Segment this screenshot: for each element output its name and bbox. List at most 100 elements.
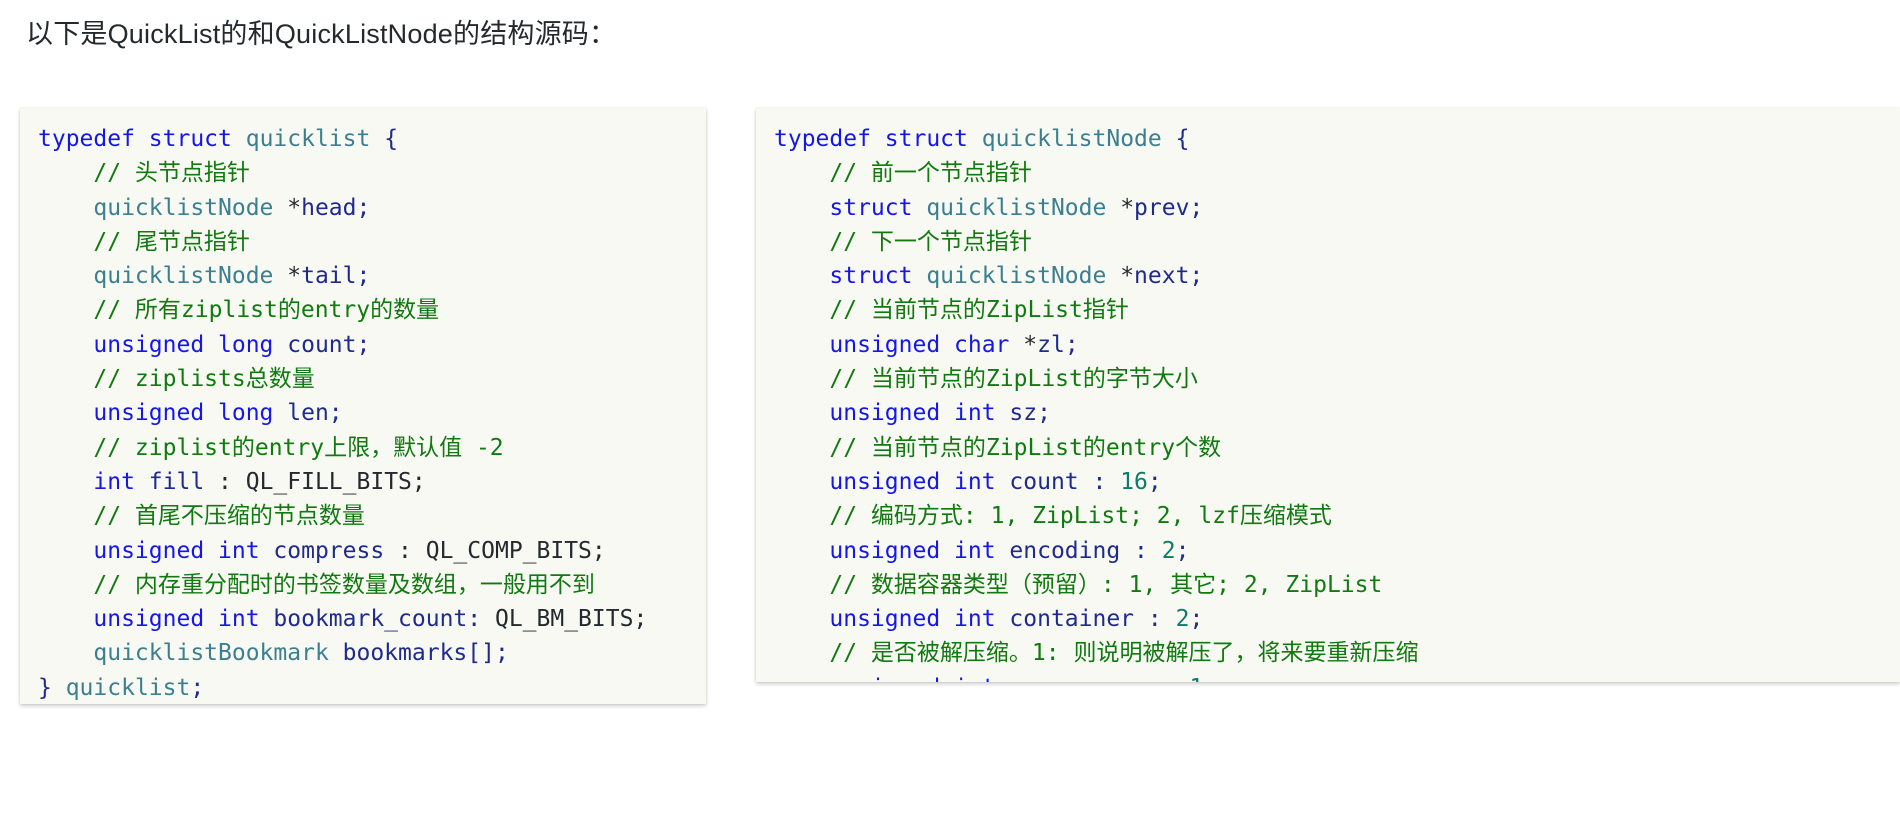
code-line: unsigned int compress : QL_COMP_BITS; (38, 534, 694, 568)
code-token: * (273, 263, 302, 290)
code-token: unsigned int (93, 537, 274, 564)
code-token: typedef struct (774, 126, 982, 152)
code-token: * (273, 194, 302, 221)
code-token: unsigned int (829, 537, 1010, 564)
code-line: // ziplist的entry上限，默认值 -2 (38, 431, 694, 465)
code-token: fill (148, 468, 205, 495)
code-token: sz; (1009, 400, 1051, 427)
code-token: QL_BM_BITS; (494, 606, 648, 633)
code-line: quicklistBookmark bookmarks[]; (38, 636, 694, 670)
code-token: struct (829, 194, 927, 221)
code-token: count (1009, 468, 1079, 495)
code-token: // 当前节点的ZipList的entry个数 (774, 434, 1222, 461)
code-line: unsigned int encoding : 2; (774, 534, 1888, 568)
code-token: count; (287, 331, 371, 358)
code-token: quicklistNode (926, 263, 1107, 290)
code-token: QL_FILL_BITS; (245, 468, 426, 495)
code-token: len; (287, 400, 343, 427)
code-token: } (38, 674, 66, 701)
code-token: prev; (1134, 194, 1204, 221)
code-line: unsigned int count : 16; (774, 465, 1888, 499)
code-token: quicklistNode (981, 126, 1162, 152)
code-line: // 当前节点的ZipList的字节大小 (774, 362, 1888, 396)
code-token: encoding (1009, 537, 1121, 564)
code-token: unsigned int (93, 606, 274, 633)
code-line: int fill : QL_FILL_BITS; (38, 465, 694, 499)
code-line: unsigned int sz; (774, 396, 1888, 430)
code-line: // 编码方式: 1, ZipList; 2, lzf压缩模式 (774, 499, 1888, 533)
code-line: // 内存重分配时的书签数量及数组，一般用不到 (38, 568, 694, 602)
code-token: QL_COMP_BITS; (425, 537, 606, 564)
code-token: tail; (301, 263, 371, 290)
code-token: ; (190, 674, 205, 701)
code-token: 16 (1120, 468, 1148, 495)
code-token: unsigned int (829, 400, 1010, 427)
code-token: quicklist (65, 674, 191, 701)
code-token: : (1134, 606, 1176, 633)
code-line: typedef struct quicklist { (38, 122, 694, 156)
code-line: // 头节点指针 (38, 156, 694, 190)
code-line: // 数据容器类型（预留）: 1, 其它; 2, ZipList (774, 568, 1888, 602)
code-token: unsigned long (93, 331, 288, 358)
code-token: unsigned int (829, 468, 1010, 495)
code-token: // 编码方式: 1, ZipList; 2, lzf压缩模式 (774, 503, 1332, 530)
code-token: // 是否被解压缩。1: 则说明被解压了，将来要重新压缩 (774, 640, 1419, 667)
code-token: ; (1147, 468, 1162, 495)
code-token: next; (1134, 263, 1204, 290)
code-token: // 前一个节点指针 (774, 160, 1032, 187)
code-token: unsigned int (829, 675, 1009, 682)
code-token: // 内存重分配时的书签数量及数组，一般用不到 (38, 571, 595, 598)
code-block-quicklistnode[interactable]: typedef struct quicklistNode { // 前一个节点指… (756, 108, 1900, 682)
code-token: // 所有ziplist的entry的数量 (38, 297, 440, 324)
page-root: 以下是QuickList的和QuickListNode的结构源码： typede… (0, 0, 1900, 826)
code-token: unsigned int (829, 606, 1010, 633)
code-token: // ziplists总数量 (38, 366, 315, 393)
code-token: unsigned char (829, 331, 1024, 358)
code-line: unsigned int recompress : 1; (774, 671, 1888, 682)
code-line: unsigned int bookmark_count: QL_BM_BITS; (38, 602, 694, 636)
code-line: quicklistNode *head; (38, 191, 694, 225)
code-token: // 头节点指针 (38, 160, 250, 187)
code-token: bookmark_count: (273, 606, 495, 633)
code-token: quicklistBookmark (93, 640, 329, 667)
code-token: // 尾节点指针 (38, 228, 250, 255)
code-token: ; (1203, 675, 1217, 682)
code-token: * (1106, 194, 1135, 221)
code-line: // 所有ziplist的entry的数量 (38, 293, 694, 327)
code-line: unsigned int container : 2; (774, 602, 1888, 636)
code-token: // 当前节点的ZipList指针 (774, 297, 1129, 324)
code-block-quicklist[interactable]: typedef struct quicklist { // 头节点指针 quic… (20, 108, 706, 704)
code-line: // 首尾不压缩的节点数量 (38, 499, 694, 533)
code-line: typedef struct quicklistNode { (774, 122, 1888, 156)
code-line: unsigned long len; (38, 396, 694, 430)
code-token: * (1023, 331, 1038, 358)
code-token: recompress (1009, 675, 1147, 682)
code-token: quicklistNode (93, 263, 274, 290)
code-token: { (370, 126, 399, 152)
code-token: // 首尾不压缩的节点数量 (38, 503, 365, 530)
code-token: int (93, 468, 149, 495)
code-token: quicklistNode (926, 194, 1107, 221)
code-token: 2 (1161, 537, 1176, 564)
code-token: quicklistNode (93, 194, 274, 221)
code-token: bookmarks[]; (328, 640, 509, 667)
code-token: head; (301, 194, 371, 221)
code-token: // 当前节点的ZipList的字节大小 (774, 366, 1198, 393)
code-token: : (384, 537, 426, 564)
code-line: // 是否被解压缩。1: 则说明被解压了，将来要重新压缩 (774, 636, 1888, 670)
code-line: // 前一个节点指针 (774, 156, 1888, 190)
code-token: : (1120, 537, 1162, 564)
code-token: ; (1189, 606, 1204, 633)
code-token: quicklist (245, 126, 371, 152)
code-token: * (1106, 263, 1135, 290)
